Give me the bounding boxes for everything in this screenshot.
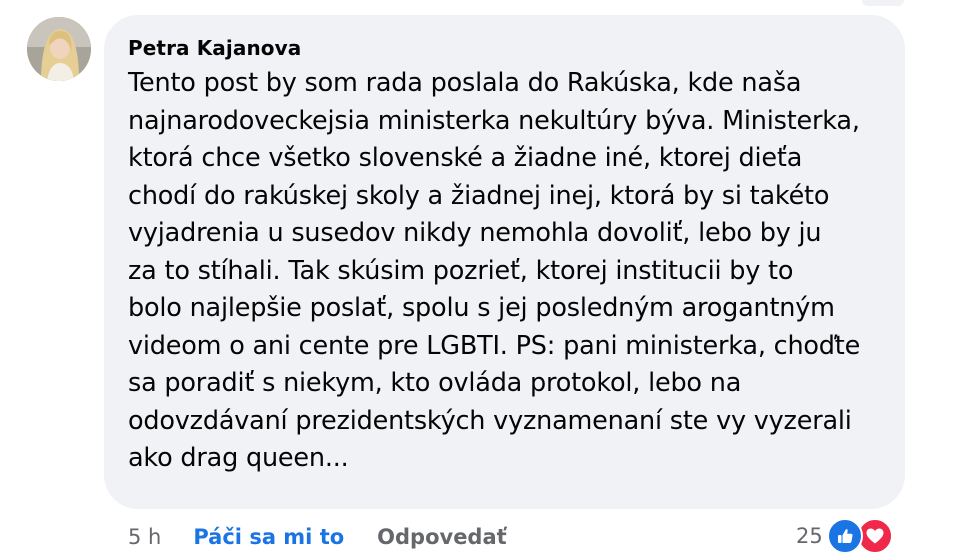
comment-timestamp[interactable]: 5 h bbox=[128, 525, 161, 549]
reply-button[interactable]: Odpovedať bbox=[377, 525, 507, 549]
avatar[interactable] bbox=[27, 17, 91, 81]
comment-bubble: Petra Kajanova Tento post by som rada po… bbox=[104, 15, 905, 509]
like-button[interactable]: Páči sa mi to bbox=[193, 525, 344, 549]
avatar-photo-icon bbox=[27, 17, 91, 81]
like-icon bbox=[826, 518, 863, 554]
reaction-count: 25 bbox=[796, 524, 823, 548]
comment-actions: 5 h Páči sa mi to Odpovedať bbox=[128, 520, 507, 554]
comment-text: Tento post by som rada poslala do Rakúsk… bbox=[128, 68, 861, 473]
reactions-summary[interactable]: 25 bbox=[796, 517, 897, 555]
comment-author[interactable]: Petra Kajanova bbox=[128, 35, 881, 61]
comment-screen: Petra Kajanova Tento post by som rada po… bbox=[0, 0, 980, 555]
reaction-icons bbox=[826, 517, 897, 555]
previous-element-edge bbox=[862, 0, 904, 6]
